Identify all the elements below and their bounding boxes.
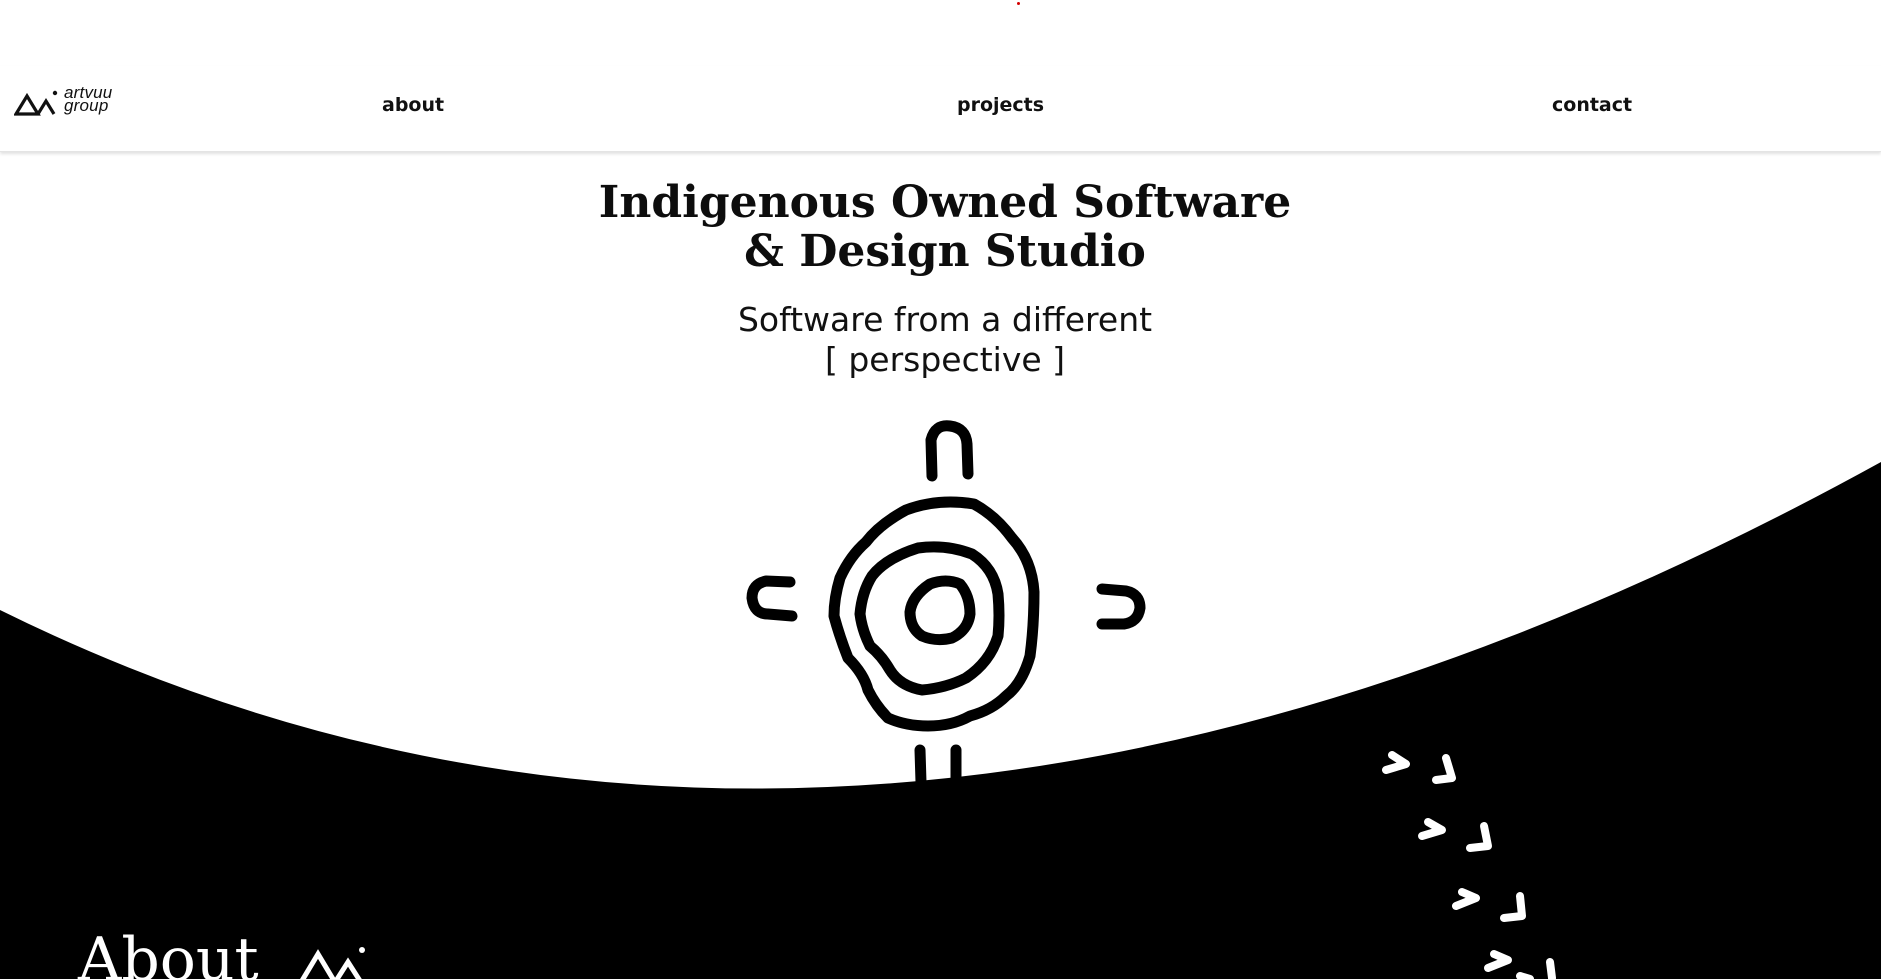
meeting-place-symbol-icon (746, 420, 1146, 800)
hero-title: Indigenous Owned Software & Design Studi… (540, 178, 1350, 276)
nav-link-projects[interactable]: projects (957, 94, 1044, 116)
logo-text: artvuu group (64, 84, 112, 115)
hero-subtitle: Software from a different [ perspective … (640, 300, 1250, 380)
hero-subtitle-line-1: Software from a different (737, 300, 1153, 339)
hero-title-line-1: Indigenous Owned Software (598, 177, 1292, 228)
nav-link-contact[interactable]: contact (1552, 94, 1632, 116)
mountain-logo-icon (14, 90, 58, 116)
mountain-logo-icon (300, 947, 365, 979)
about-heading: About (78, 925, 259, 979)
logo[interactable]: artvuu group (14, 84, 124, 118)
hero-subtitle-line-2: [ perspective ] (824, 340, 1066, 379)
page: artvuu group about projects contact Indi… (0, 0, 1881, 979)
logo-line-2: group (64, 96, 109, 115)
chevron-track-icon (1382, 751, 1556, 979)
nav-link-about[interactable]: about (382, 94, 444, 116)
hero-title-line-2: & Design Studio (744, 226, 1146, 277)
navbar: artvuu group about projects contact (0, 66, 1881, 152)
